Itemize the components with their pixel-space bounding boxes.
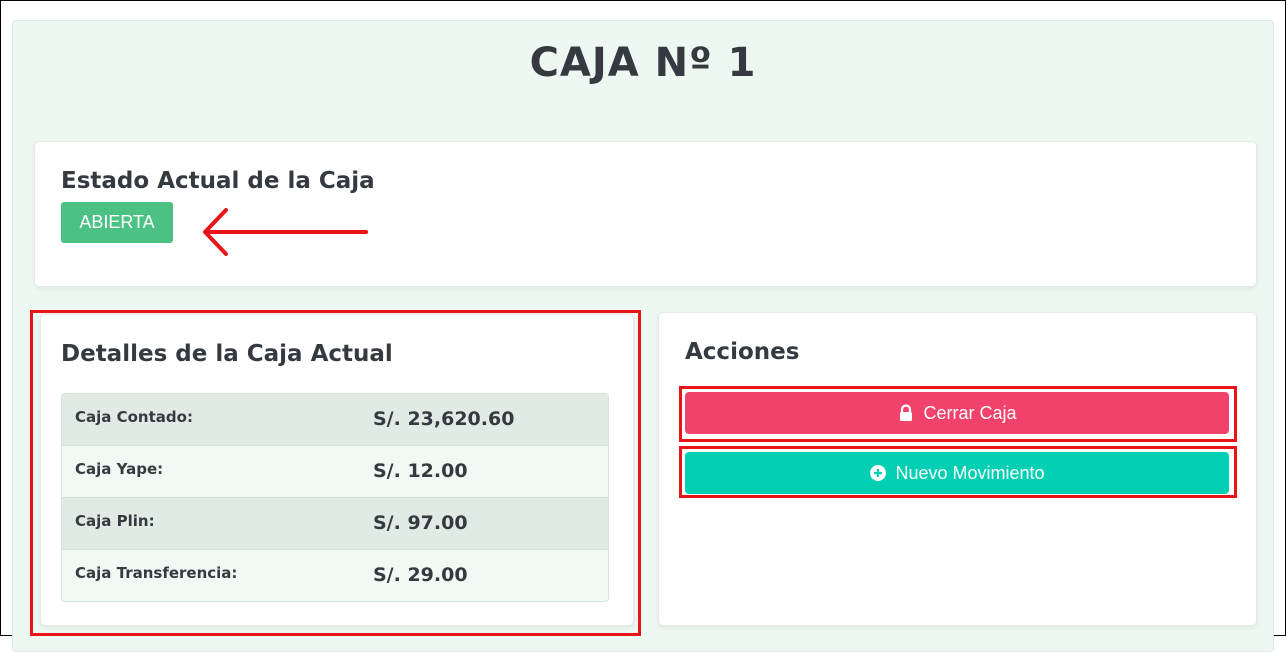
page-title: CAJA Nº 1 bbox=[529, 40, 757, 86]
status-card-heading: Estado Actual de la Caja bbox=[61, 168, 375, 194]
details-highlight-box bbox=[30, 310, 641, 636]
status-badge: ABIERTA bbox=[61, 202, 173, 243]
annotation-arrow-icon bbox=[203, 208, 368, 256]
actions-card-heading: Acciones bbox=[685, 339, 800, 365]
cerrar-highlight-box bbox=[679, 386, 1237, 442]
nuevo-highlight-box bbox=[679, 446, 1237, 498]
